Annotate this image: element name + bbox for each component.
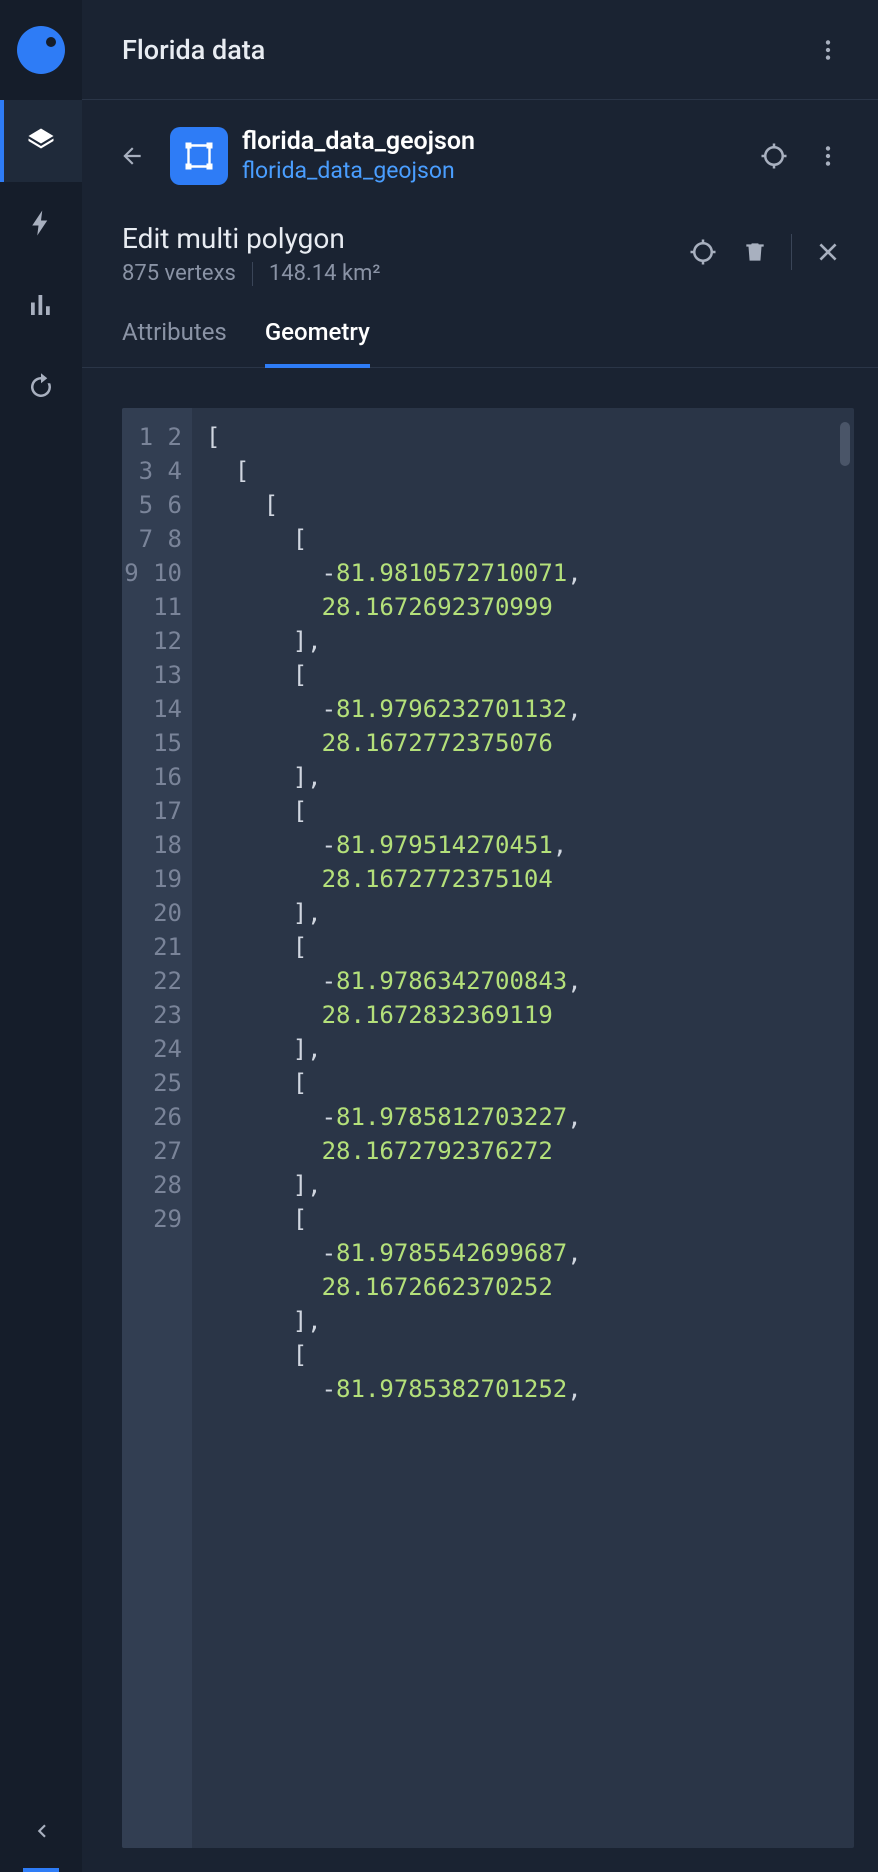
nav-chart[interactable] <box>0 264 82 346</box>
area-value: 148.14 km² <box>269 261 381 286</box>
logo[interactable] <box>0 0 82 100</box>
arrow-left-icon <box>119 143 145 169</box>
trash-icon <box>742 239 768 265</box>
bolt-icon <box>26 208 56 238</box>
main-panel: Florida data florida_data_geojson <box>82 0 878 1872</box>
nav-layers[interactable] <box>0 100 82 182</box>
layer-type-icon <box>170 127 228 185</box>
tab-geometry[interactable]: Geometry <box>265 318 370 368</box>
locate-icon <box>759 141 789 171</box>
vertex-count: 875 vertexs <box>122 261 236 286</box>
refresh-icon <box>26 372 56 402</box>
header-menu-button[interactable] <box>804 26 852 74</box>
edit-title: Edit multi polygon <box>122 222 661 255</box>
close-button[interactable] <box>804 228 852 276</box>
back-button[interactable] <box>108 132 156 180</box>
nav-rail <box>0 0 82 1872</box>
nav-collapse[interactable] <box>0 1790 82 1872</box>
tab-attributes[interactable]: Attributes <box>122 318 227 368</box>
action-separator <box>791 234 792 270</box>
locate-geometry-button[interactable] <box>679 228 727 276</box>
close-icon <box>815 239 841 265</box>
layer-menu-button[interactable] <box>804 132 852 180</box>
locate-layer-button[interactable] <box>750 132 798 180</box>
nav-bolt[interactable] <box>0 182 82 264</box>
more-vert-icon <box>815 37 841 63</box>
header: Florida data <box>82 0 878 100</box>
scrollbar-thumb[interactable] <box>840 422 850 466</box>
layer-name: florida_data_geojson <box>242 126 736 157</box>
meta-separator <box>252 262 253 286</box>
code-content[interactable]: [ [ [ [ -81.9810572710071, 28.1672692370… <box>192 408 854 1848</box>
more-vert-icon <box>815 143 841 169</box>
page-title: Florida data <box>122 34 804 66</box>
layer-row: florida_data_geojson florida_data_geojso… <box>82 100 878 212</box>
code-editor[interactable]: 1 2 3 4 5 6 7 8 9 10 11 12 13 14 15 16 1… <box>122 408 854 1848</box>
chevron-left-icon <box>28 1818 54 1844</box>
edit-header: Edit multi polygon 875 vertexs 148.14 km… <box>82 212 878 290</box>
layer-subtitle[interactable]: florida_data_geojson <box>242 157 736 186</box>
nav-refresh[interactable] <box>0 346 82 428</box>
locate-icon <box>688 237 718 267</box>
tabs: Attributes Geometry <box>82 290 878 368</box>
delete-button[interactable] <box>731 228 779 276</box>
polygon-icon <box>181 138 217 174</box>
line-gutter: 1 2 3 4 5 6 7 8 9 10 11 12 13 14 15 16 1… <box>122 408 192 1848</box>
layers-icon <box>26 126 56 156</box>
bar-chart-icon <box>26 290 56 320</box>
